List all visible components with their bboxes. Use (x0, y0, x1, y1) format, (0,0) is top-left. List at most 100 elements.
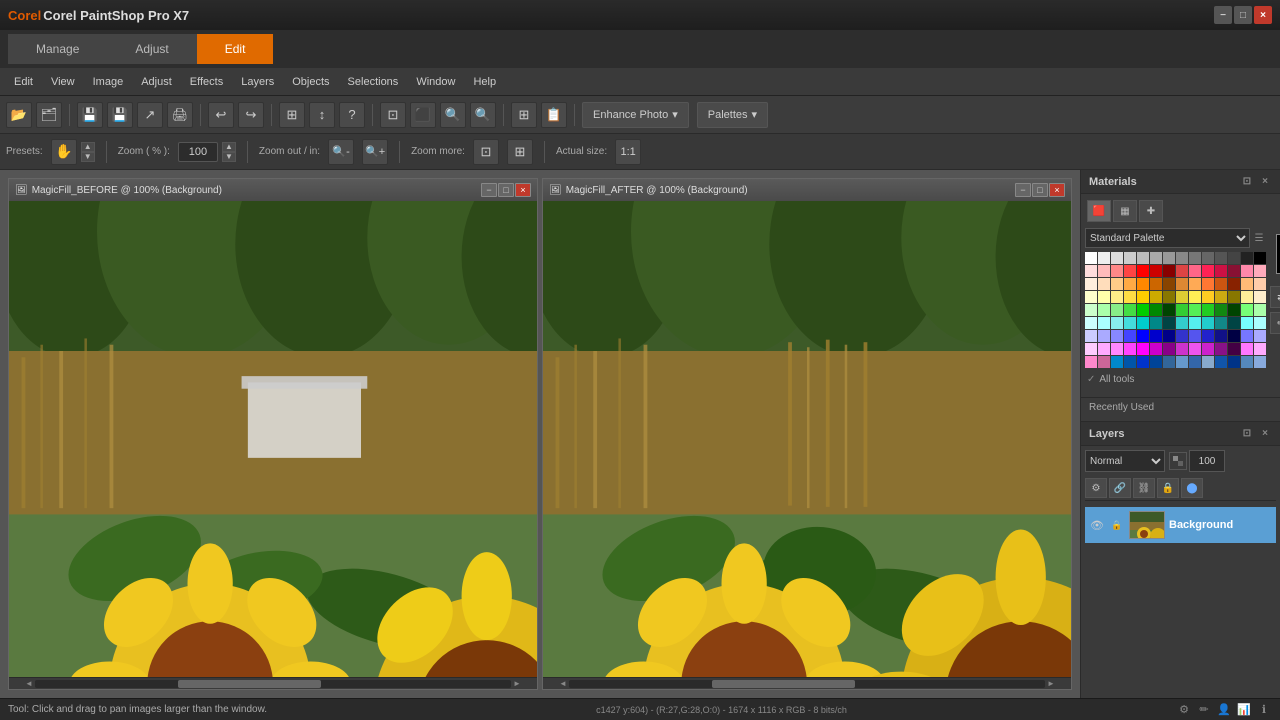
status-icon-4[interactable]: 📊 (1236, 702, 1252, 718)
color-swatch-item[interactable] (1137, 356, 1149, 368)
color-swatch-item[interactable] (1098, 252, 1110, 264)
foreground-swatch[interactable] (1276, 234, 1280, 274)
color-swatch-item[interactable] (1228, 252, 1240, 264)
mode-edit[interactable]: Edit (197, 34, 274, 64)
browse-button[interactable]: 🗂 (36, 102, 62, 128)
color-swatch-item[interactable] (1163, 252, 1175, 264)
color-swatch-item[interactable] (1241, 317, 1253, 329)
after-thumb[interactable] (712, 680, 855, 688)
color-swatch-item[interactable] (1215, 317, 1227, 329)
layer-settings[interactable]: ⚙ (1085, 478, 1107, 498)
color-swatch-item[interactable] (1176, 291, 1188, 303)
status-icon-1[interactable]: ⚙ (1176, 702, 1192, 718)
color-swatch-item[interactable] (1124, 330, 1136, 342)
color-swatch-item[interactable] (1215, 291, 1227, 303)
color-swatch-item[interactable] (1098, 304, 1110, 316)
color-swatch-item[interactable] (1228, 356, 1240, 368)
color-swatch-item[interactable] (1137, 330, 1149, 342)
view-after-button[interactable]: ⬛ (410, 102, 436, 128)
layer-chain[interactable]: ⛓ (1133, 478, 1155, 498)
zoom-up[interactable]: ▲ (222, 142, 236, 152)
embed-button[interactable]: ⊞ (511, 102, 537, 128)
color-swatch-item[interactable] (1228, 304, 1240, 316)
before-thumb[interactable] (178, 680, 321, 688)
color-swatch-item[interactable] (1111, 291, 1123, 303)
color-swatch-item[interactable] (1098, 278, 1110, 290)
color-swatch-item[interactable] (1137, 317, 1149, 329)
color-swatch-item[interactable] (1111, 356, 1123, 368)
color-swatch-item[interactable] (1176, 304, 1188, 316)
color-swatch-item[interactable] (1228, 265, 1240, 277)
color-swatch-item[interactable] (1124, 343, 1136, 355)
before-scrollbar[interactable]: ◄ ► (9, 677, 537, 689)
color-swatch-item[interactable] (1098, 356, 1110, 368)
after-scroll-right[interactable]: ► (1045, 678, 1057, 690)
color-swatch-item[interactable] (1202, 317, 1214, 329)
color-swatch-item[interactable] (1150, 252, 1162, 264)
color-swatch-item[interactable] (1254, 252, 1266, 264)
color-swatch-item[interactable] (1176, 265, 1188, 277)
color-swatch-item[interactable] (1215, 265, 1227, 277)
before-restore[interactable]: □ (498, 183, 514, 197)
status-icon-3[interactable]: 👤 (1216, 702, 1232, 718)
after-close[interactable]: × (1049, 183, 1065, 197)
color-swatch-item[interactable] (1254, 330, 1266, 342)
color-swatch-item[interactable] (1189, 304, 1201, 316)
layer-lock-icon[interactable]: 🔒 (1109, 517, 1125, 533)
swap-colors[interactable]: ⇄ (1270, 286, 1280, 308)
color-swatch-item[interactable] (1085, 343, 1097, 355)
color-swatch-item[interactable] (1189, 252, 1201, 264)
actual-size-btn[interactable]: 1:1 (615, 139, 641, 165)
menu-selections[interactable]: Selections (340, 73, 407, 91)
color-swatch-item[interactable] (1085, 330, 1097, 342)
color-swatch-item[interactable] (1215, 330, 1227, 342)
color-swatch-item[interactable] (1085, 356, 1097, 368)
color-swatch-item[interactable] (1124, 278, 1136, 290)
materials-float[interactable]: ⊡ (1240, 175, 1254, 189)
zoom-down[interactable]: ▼ (222, 152, 236, 162)
zoom-in-tool[interactable]: 🔍+ (362, 139, 388, 165)
color-swatch-item[interactable] (1202, 343, 1214, 355)
color-swatch-item[interactable] (1176, 317, 1188, 329)
after-track[interactable] (569, 680, 1045, 688)
after-minimize[interactable]: − (1015, 183, 1031, 197)
color-swatch-item[interactable] (1163, 265, 1175, 277)
color-swatch-item[interactable] (1176, 252, 1188, 264)
color-swatch-item[interactable] (1137, 291, 1149, 303)
color-swatch-item[interactable] (1085, 317, 1097, 329)
palette-menu[interactable]: ☰ (1252, 231, 1266, 245)
color-swatch-item[interactable] (1098, 317, 1110, 329)
color-swatch-item[interactable] (1137, 265, 1149, 277)
fit-window[interactable]: ⊡ (473, 139, 499, 165)
color-swatch-item[interactable] (1189, 265, 1201, 277)
color-swatch-item[interactable] (1098, 343, 1110, 355)
menu-image[interactable]: Image (85, 73, 132, 91)
color-swatch-item[interactable] (1215, 343, 1227, 355)
share-button[interactable]: ↗ (137, 102, 163, 128)
color-swatch-item[interactable] (1241, 265, 1253, 277)
before-close[interactable]: × (515, 183, 531, 197)
color-swatch-item[interactable] (1202, 291, 1214, 303)
preset-up[interactable]: ▲ (81, 142, 95, 152)
color-swatch-item[interactable] (1085, 265, 1097, 277)
color-swatch-item[interactable] (1163, 291, 1175, 303)
crop-button[interactable]: ⊞ (279, 102, 305, 128)
color-swatch-item[interactable] (1124, 265, 1136, 277)
zoom-out-button[interactable]: 🔍 (440, 102, 466, 128)
color-swatch-item[interactable] (1150, 304, 1162, 316)
after-scrollbar[interactable]: ◄ ► (543, 677, 1071, 689)
menu-edit[interactable]: Edit (6, 73, 41, 91)
color-swatch-item[interactable] (1254, 265, 1266, 277)
color-swatch-item[interactable] (1150, 265, 1162, 277)
color-swatch-item[interactable] (1254, 356, 1266, 368)
maximize-button[interactable]: □ (1234, 6, 1252, 24)
color-swatch-item[interactable] (1111, 265, 1123, 277)
close-button[interactable]: × (1254, 6, 1272, 24)
color-swatch-item[interactable] (1111, 252, 1123, 264)
enhance-photo-button[interactable]: Enhance Photo ▾ (582, 102, 689, 128)
color-swatch-item[interactable] (1111, 278, 1123, 290)
menu-layers[interactable]: Layers (233, 73, 282, 91)
color-swatch-item[interactable] (1254, 278, 1266, 290)
color-swatch-item[interactable] (1228, 343, 1240, 355)
save-as-button[interactable]: 💾 (107, 102, 133, 128)
